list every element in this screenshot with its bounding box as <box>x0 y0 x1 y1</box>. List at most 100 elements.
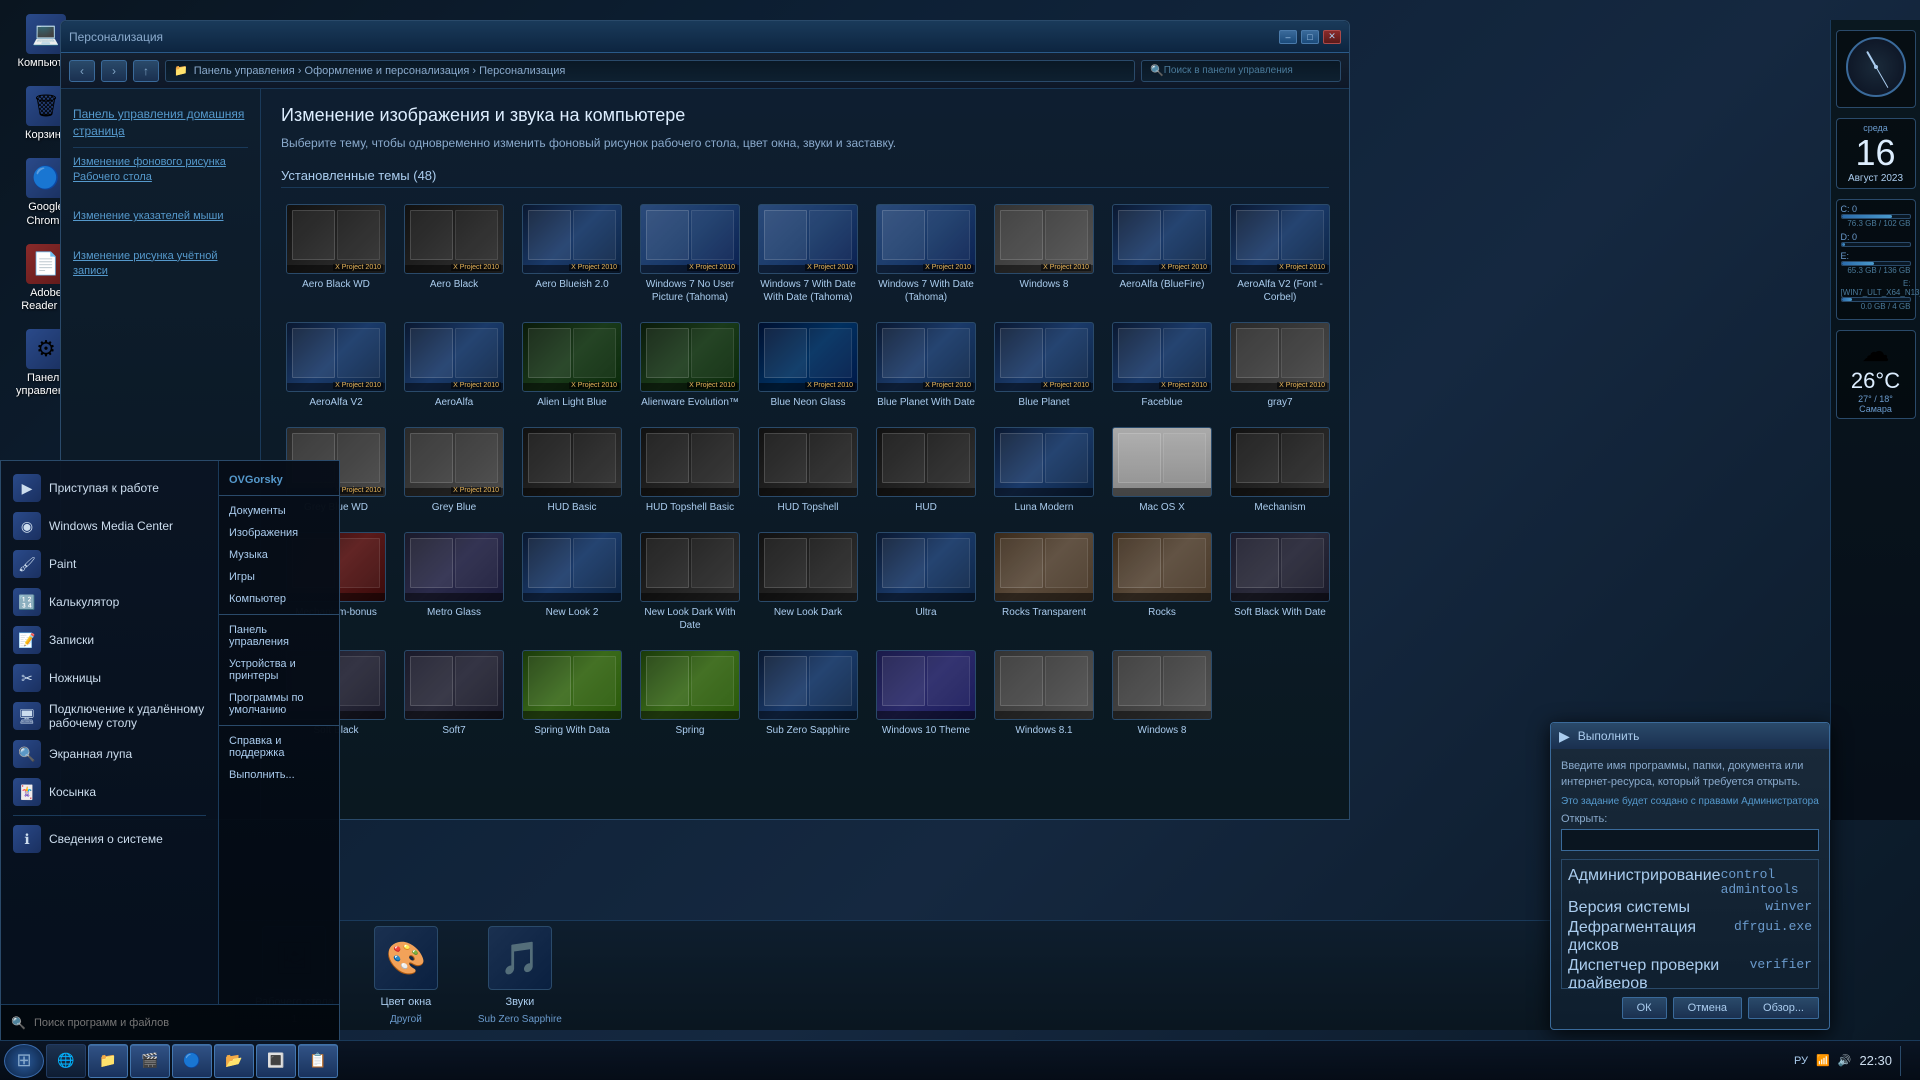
run-ok-button[interactable]: ОК <box>1622 997 1667 1019</box>
theme-item-10[interactable]: X Project 2010 AeroAlfa <box>399 318 509 413</box>
theme-item-6[interactable]: X Project 2010 Windows 8 <box>989 200 1099 308</box>
theme-item-19[interactable]: X Project 2010 Grey Blue <box>399 423 509 518</box>
theme-item-39[interactable]: Spring <box>635 646 745 741</box>
menu-item-rdp[interactable]: 🖥 Подключение к удалённому рабочему стол… <box>1 697 218 735</box>
theme-item-3[interactable]: X Project 2010 Windows 7 No User Picture… <box>635 200 745 308</box>
theme-item-42[interactable]: Windows 8.1 <box>989 646 1099 741</box>
theme-item-7[interactable]: X Project 2010 AeroAlfa (BlueFire) <box>1107 200 1217 308</box>
theme-item-33[interactable]: Rocks Transparent <box>989 528 1099 636</box>
theme-item-11[interactable]: X Project 2010 Alien Light Blue <box>517 318 627 413</box>
run-cancel-button[interactable]: Отмена <box>1673 997 1742 1019</box>
theme-item-29[interactable]: New Look 2 <box>517 528 627 636</box>
forward-button[interactable]: › <box>101 60 127 82</box>
sidebar-link-mouse[interactable]: Изменение указателей мыши <box>73 206 248 227</box>
theme-thumb-30 <box>640 532 740 602</box>
thumb-desktop-10 <box>405 323 503 383</box>
menu-item-solitaire[interactable]: 🃏 Косынка <box>1 773 218 811</box>
theme-item-34[interactable]: Rocks <box>1107 528 1217 636</box>
start-menu-computer[interactable]: Компьютер <box>219 588 339 610</box>
start-menu-panel[interactable]: Панель управления <box>219 619 339 653</box>
taskbar-item2[interactable]: 🔳 <box>256 1044 296 1078</box>
start-menu-docs[interactable]: Документы <box>219 500 339 522</box>
rdp-icon: 🖥 <box>13 702 41 730</box>
theme-item-15[interactable]: X Project 2010 Blue Planet <box>989 318 1099 413</box>
theme-item-12[interactable]: X Project 2010 Alienware Evolution™ <box>635 318 745 413</box>
sysinfo-label: Сведения о системе <box>49 832 163 846</box>
theme-item-21[interactable]: HUD Topshell Basic <box>635 423 745 518</box>
thumb-desktop-29 <box>523 533 621 593</box>
up-button[interactable]: ↑ <box>133 60 159 82</box>
theme-item-2[interactable]: X Project 2010 Aero Blueish 2.0 <box>517 200 627 308</box>
theme-item-31[interactable]: New Look Dark <box>753 528 863 636</box>
sidebar-link-account[interactable]: Изменение рисунка учётной записи <box>73 246 248 283</box>
menu-item-paint[interactable]: 🖌 Paint <box>1 545 218 583</box>
menu-item-scissors[interactable]: ✂ Ножницы <box>1 659 218 697</box>
run-browse-button[interactable]: Обзор... <box>1748 997 1819 1019</box>
start-menu-devices[interactable]: Устройства и принтеры <box>219 653 339 687</box>
address-bar[interactable]: 📁 Панель управления › Оформление и персо… <box>165 60 1135 82</box>
theme-item-38[interactable]: Spring With Data <box>517 646 627 741</box>
maximize-button[interactable]: □ <box>1301 30 1319 44</box>
theme-item-40[interactable]: Sub Zero Sapphire <box>753 646 863 741</box>
theme-item-5[interactable]: X Project 2010 Windows 7 With Date (Taho… <box>871 200 981 308</box>
theme-item-8[interactable]: X Project 2010 AeroAlfa V2 (Font - Corbe… <box>1225 200 1335 308</box>
search-bar[interactable]: 🔍 Поиск в панели управления <box>1141 60 1341 82</box>
sysinfo-icon: ℹ <box>13 825 41 853</box>
minimize-button[interactable]: – <box>1279 30 1297 44</box>
start-menu-music[interactable]: Музыка <box>219 544 339 566</box>
theme-item-26[interactable]: Mechanism <box>1225 423 1335 518</box>
back-button[interactable]: ‹ <box>69 60 95 82</box>
theme-item-20[interactable]: HUD Basic <box>517 423 627 518</box>
taskbar-ie[interactable]: 🌐 <box>46 1044 86 1078</box>
theme-item-41[interactable]: Windows 10 Theme <box>871 646 981 741</box>
theme-item-14[interactable]: X Project 2010 Blue Planet With Date <box>871 318 981 413</box>
theme-item-35[interactable]: Soft Black With Date <box>1225 528 1335 636</box>
taskbar-media[interactable]: 🎬 <box>130 1044 170 1078</box>
taskbar-item3[interactable]: 📋 <box>298 1044 338 1078</box>
sidebar-link-wallpaper[interactable]: Изменение фонового рисунка Рабочего стол… <box>73 152 248 189</box>
start-menu-images[interactable]: Изображения <box>219 522 339 544</box>
menu-item-notes[interactable]: 📝 Записки <box>1 621 218 659</box>
start-menu-help[interactable]: Справка и поддержка <box>219 730 339 764</box>
theme-thumb-17: X Project 2010 <box>1230 322 1330 392</box>
analog-clock <box>1846 37 1906 97</box>
taskbar-explorer[interactable]: 📁 <box>88 1044 128 1078</box>
theme-item-16[interactable]: X Project 2010 Faceblue <box>1107 318 1217 413</box>
menu-item-start[interactable]: ▶ Приступая к работе <box>1 469 218 507</box>
menu-item-calc[interactable]: 🔢 Калькулятор <box>1 583 218 621</box>
menu-item-magnifier[interactable]: 🔍 Экранная лупа <box>1 735 218 773</box>
theme-item-25[interactable]: Mac OS X <box>1107 423 1217 518</box>
menu-item-sysinfo[interactable]: ℹ Сведения о системе <box>1 820 218 858</box>
theme-item-22[interactable]: HUD Topshell <box>753 423 863 518</box>
theme-item-17[interactable]: X Project 2010 gray7 <box>1225 318 1335 413</box>
theme-name-41: Windows 10 Theme <box>882 724 970 737</box>
theme-item-37[interactable]: Soft7 <box>399 646 509 741</box>
start-search-input[interactable] <box>34 1017 329 1029</box>
start-button[interactable]: ⊞ <box>4 1044 44 1078</box>
start-menu-games[interactable]: Игры <box>219 566 339 588</box>
start-menu-defaults[interactable]: Программы по умолчанию <box>219 687 339 721</box>
menu-item-wmc[interactable]: ◉ Windows Media Center <box>1 507 218 545</box>
theme-item-13[interactable]: X Project 2010 Blue Neon Glass <box>753 318 863 413</box>
theme-item-32[interactable]: Ultra <box>871 528 981 636</box>
theme-item-1[interactable]: X Project 2010 Aero Black <box>399 200 509 308</box>
sidebar-home-link[interactable]: Панель управления домашняя страница <box>73 103 248 143</box>
taskbar-folder2[interactable]: 📂 <box>214 1044 254 1078</box>
run-input[interactable] <box>1561 829 1819 851</box>
theme-item-23[interactable]: HUD <box>871 423 981 518</box>
theme-item-24[interactable]: Luna Modern <box>989 423 1099 518</box>
theme-item-30[interactable]: New Look Dark With Date <box>635 528 745 636</box>
theme-item-0[interactable]: X Project 2010 Aero Black WD <box>281 200 391 308</box>
bottom-sounds[interactable]: 🎵 Звуки Sub Zero Sapphire <box>478 926 562 1025</box>
theme-item-28[interactable]: Metro Glass <box>399 528 509 636</box>
bottom-color[interactable]: 🎨 Цвет окна Другой <box>374 926 438 1025</box>
taskbar-chrome[interactable]: 🔵 <box>172 1044 212 1078</box>
theme-item-9[interactable]: X Project 2010 AeroAlfa V2 <box>281 318 391 413</box>
theme-item-43[interactable]: Windows 8 <box>1107 646 1217 741</box>
theme-item-4[interactable]: X Project 2010 Windows 7 With Date With … <box>753 200 863 308</box>
sounds-icon: 🎵 <box>488 926 552 990</box>
start-menu-run[interactable]: Выполнить... <box>219 764 339 786</box>
address-text: Панель управления › Оформление и персона… <box>194 65 566 77</box>
close-button[interactable]: ✕ <box>1323 30 1341 44</box>
tray-show-desktop[interactable] <box>1900 1046 1908 1076</box>
